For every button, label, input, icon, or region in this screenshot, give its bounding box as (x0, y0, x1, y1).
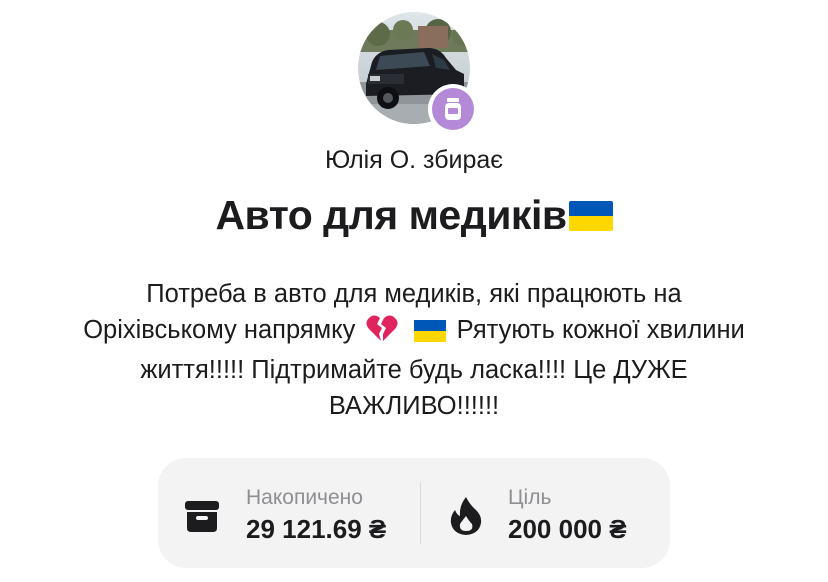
jar-icon (432, 88, 474, 130)
jar-badge (428, 84, 478, 134)
jar-page: Юлія О. збирає Авто для медиків Потреба … (0, 0, 828, 582)
jar-stats-card: Накопичено 29 121.69 ₴ Ціль 200 000 ₴ (158, 458, 670, 568)
accumulated-value: 29 121.69 ₴ (246, 514, 387, 544)
ukraine-flag-icon (413, 316, 446, 352)
jar-description: Потреба в авто для медиків, які працюють… (70, 276, 758, 424)
ukraine-flag-icon (568, 200, 613, 231)
goal-label: Ціль (508, 486, 552, 509)
goal-value: 200 000 ₴ (508, 514, 627, 544)
accumulated-label: Накопичено (246, 486, 363, 509)
organizer-text: Юлія О. збирає (324, 146, 504, 174)
stats-divider (420, 482, 421, 544)
flame-icon (446, 494, 486, 538)
broken-heart-icon (366, 314, 398, 352)
archive-box-icon (182, 496, 222, 536)
jar-title: Авто для медиків (0, 192, 828, 239)
jar-title-text: Авто для медиків (215, 192, 567, 238)
